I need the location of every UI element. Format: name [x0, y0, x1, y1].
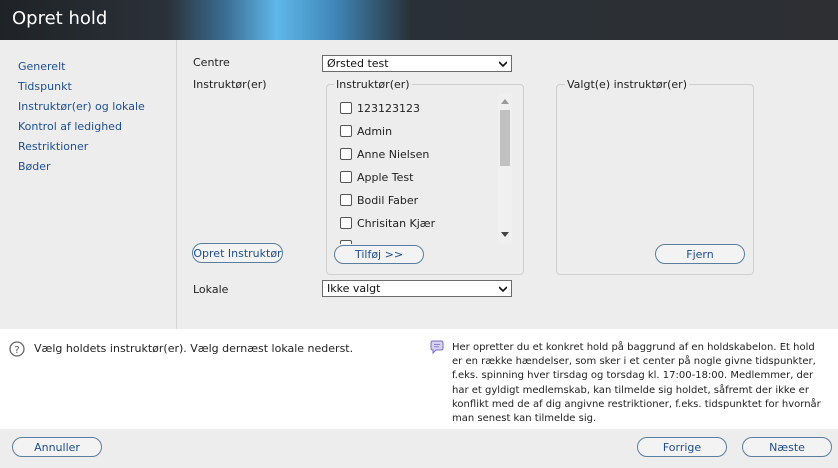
instructors-scrollbar[interactable]: [498, 94, 512, 244]
instructors-group-legend: Instruktør(er): [334, 78, 412, 91]
help-hint-text: Vælg holdets instruktør(er). Vælg dernæs…: [34, 342, 354, 355]
list-item[interactable]: Bodil Faber: [340, 191, 418, 209]
list-item[interactable]: Chrisitan Kjær: [340, 214, 435, 232]
next-button[interactable]: Næste: [742, 437, 832, 457]
location-select-value: Ikke valgt: [327, 282, 381, 295]
help-panel: ? Vælg holdets instruktør(er). Vælg dern…: [0, 329, 838, 429]
instructor-checkbox[interactable]: [340, 125, 352, 137]
selected-instructors-legend: Valgt(e) instruktør(er): [565, 78, 689, 91]
sidebar-nav: Generelt Tidspunkt Instruktør(er) og lok…: [0, 40, 177, 329]
instructors-label: Instruktør(er): [193, 78, 267, 91]
sidebar-item-generelt[interactable]: Generelt: [18, 60, 65, 73]
instructor-name: Apple Test: [357, 170, 414, 184]
chevron-down-icon: [499, 286, 507, 293]
remove-button[interactable]: Fjern: [655, 244, 745, 264]
instructor-name: Chrisitan Kjær: [357, 216, 436, 230]
sidebar-item-restriktioner[interactable]: Restriktioner: [18, 140, 88, 153]
sidebar-item-boder[interactable]: Bøder: [18, 160, 51, 173]
instructor-checkbox: [340, 240, 352, 244]
list-item[interactable]: Admin: [340, 122, 392, 140]
main-form: Centre Ørsted test Instruktør(er) Instru…: [178, 40, 838, 329]
sidebar-item-kontrol-af-ledighed[interactable]: Kontrol af ledighed: [18, 120, 122, 133]
create-instructor-button[interactable]: Opret Instruktør: [192, 243, 283, 263]
window-title: Opret hold: [12, 8, 108, 29]
instructor-checkbox[interactable]: [340, 171, 352, 183]
sidebar-item-tidspunkt[interactable]: Tidspunkt: [18, 80, 72, 93]
help-icon: ?: [9, 341, 25, 357]
list-item[interactable]: Anne Nielsen: [340, 145, 429, 163]
instructor-name: Admin: [357, 124, 393, 138]
list-item[interactable]: Apple Test: [340, 168, 413, 186]
instructor-name: Bodil Faber: [357, 193, 419, 207]
chevron-down-icon: [499, 61, 507, 68]
cancel-button[interactable]: Annuller: [12, 437, 102, 457]
list-item-partial: [340, 237, 357, 244]
title-bar: Opret hold: [0, 0, 838, 40]
footer-bar: Annuller Forrige Næste: [0, 429, 838, 468]
speech-bubble-icon: [430, 340, 444, 355]
instructor-checkbox[interactable]: [340, 217, 352, 229]
location-select[interactable]: Ikke valgt: [322, 280, 512, 297]
instructor-checkbox[interactable]: [340, 102, 352, 114]
scroll-up-icon[interactable]: [501, 98, 509, 104]
instructor-checkbox[interactable]: [340, 194, 352, 206]
scroll-down-icon[interactable]: [501, 232, 509, 238]
centre-select-value: Ørsted test: [327, 57, 389, 70]
help-info-text: Her opretter du et konkret hold på baggr…: [452, 342, 821, 425]
add-instructor-button[interactable]: Tilføj >>: [334, 245, 424, 264]
centre-select[interactable]: Ørsted test: [322, 55, 512, 72]
location-label: Lokale: [193, 283, 229, 296]
scrollbar-thumb[interactable]: [500, 110, 510, 166]
instructor-name: Anne Nielsen: [357, 147, 430, 161]
instructor-checkbox[interactable]: [340, 148, 352, 160]
previous-button[interactable]: Forrige: [637, 437, 727, 457]
svg-text:?: ?: [14, 345, 19, 356]
instructor-name: 123123123: [357, 101, 420, 115]
instructors-list[interactable]: 123123123 Admin Anne Nielsen Apple Test …: [340, 94, 514, 244]
centre-label: Centre: [193, 56, 230, 69]
sidebar-item-instruktorer-og-lokale[interactable]: Instruktør(er) og lokale: [18, 100, 145, 113]
list-item[interactable]: 123123123: [340, 99, 420, 117]
